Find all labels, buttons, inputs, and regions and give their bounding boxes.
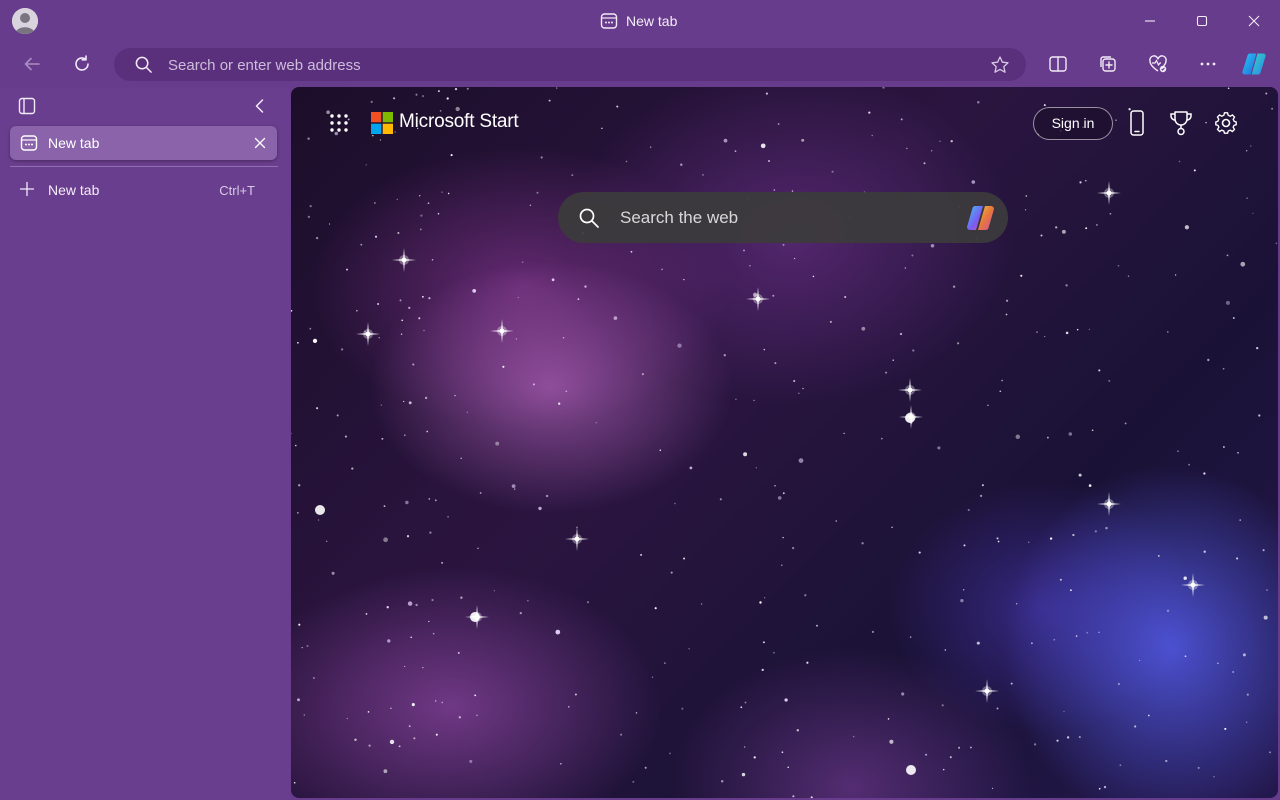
window-title-text: New tab bbox=[626, 13, 678, 29]
tab-label: New tab bbox=[48, 135, 100, 151]
split-screen-button[interactable] bbox=[1042, 48, 1074, 80]
more-icon bbox=[1200, 62, 1216, 66]
copilot-button[interactable] bbox=[1238, 48, 1270, 80]
maximize-icon bbox=[1196, 15, 1208, 27]
plus-icon bbox=[19, 181, 35, 197]
tab-actions-icon[interactable] bbox=[17, 96, 37, 116]
sign-in-button[interactable]: Sign in bbox=[1033, 107, 1113, 140]
copilot-icon bbox=[1242, 53, 1266, 75]
navigation-toolbar bbox=[0, 44, 1280, 84]
rewards-trophy-icon[interactable] bbox=[1168, 109, 1194, 137]
apps-launcher-icon[interactable] bbox=[329, 113, 349, 133]
collections-button[interactable] bbox=[1092, 48, 1124, 80]
web-search-box[interactable] bbox=[558, 192, 1008, 243]
close-tab-icon[interactable] bbox=[253, 136, 267, 150]
sidebar-divider bbox=[10, 166, 278, 167]
address-bar[interactable] bbox=[114, 48, 1026, 81]
brand-title[interactable]: Microsoft Start bbox=[399, 111, 519, 133]
browser-essentials-button[interactable] bbox=[1142, 48, 1174, 80]
collections-icon bbox=[1100, 56, 1116, 72]
tab-new-tab[interactable]: New tab bbox=[10, 126, 277, 160]
address-input[interactable] bbox=[168, 54, 968, 76]
browser-window: New tab Search or enter web address New … bbox=[0, 0, 1280, 800]
new-tab-label: New tab bbox=[48, 182, 100, 198]
title-bar: New tab bbox=[0, 0, 1280, 42]
vertical-tabs-sidebar: New tab New tab Ctrl+T bbox=[0, 88, 290, 800]
back-button[interactable] bbox=[16, 48, 48, 80]
back-arrow-icon bbox=[24, 57, 40, 71]
web-search-input[interactable] bbox=[620, 206, 940, 230]
search-icon bbox=[135, 56, 152, 73]
profile-icon bbox=[12, 8, 38, 34]
window-controls bbox=[1124, 0, 1280, 42]
search-icon bbox=[579, 208, 599, 228]
split-screen-icon bbox=[1049, 56, 1067, 72]
new-tab-shortcut: Ctrl+T bbox=[219, 183, 255, 198]
close-icon bbox=[1248, 15, 1260, 27]
settings-gear-icon[interactable] bbox=[1213, 109, 1239, 137]
more-options-button[interactable] bbox=[1192, 48, 1224, 80]
minimize-button[interactable] bbox=[1124, 0, 1176, 42]
new-tab-button[interactable]: New tab Ctrl+T bbox=[10, 176, 277, 204]
close-window-button[interactable] bbox=[1228, 0, 1280, 42]
refresh-icon bbox=[75, 55, 89, 71]
browser-essentials-icon bbox=[1149, 55, 1167, 73]
maximize-button[interactable] bbox=[1176, 0, 1228, 42]
window-title: New tab bbox=[600, 11, 677, 31]
copilot-icon[interactable] bbox=[964, 201, 998, 235]
tab-page-icon bbox=[20, 135, 38, 151]
profile-avatar[interactable] bbox=[12, 8, 38, 34]
microsoft-logo-icon bbox=[371, 112, 393, 134]
new-tab-page: Microsoft Start Sign in bbox=[291, 87, 1278, 798]
refresh-button[interactable] bbox=[66, 48, 98, 80]
collapse-sidebar-icon[interactable] bbox=[250, 96, 270, 116]
tab-page-icon bbox=[600, 13, 618, 29]
favorite-star-icon[interactable] bbox=[990, 55, 1010, 75]
minimize-icon bbox=[1145, 20, 1155, 22]
mobile-app-icon[interactable] bbox=[1124, 109, 1150, 137]
